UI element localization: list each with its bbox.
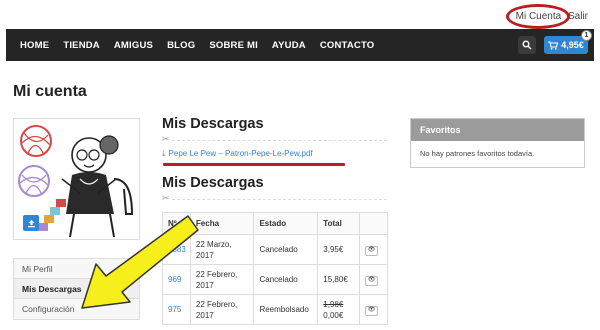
scissors-icon: ✂ bbox=[162, 193, 170, 203]
annotation-arrow bbox=[81, 215, 199, 309]
order-total: 3,95€ bbox=[317, 234, 361, 265]
favorites-empty-text: No hay patrones favoritos todavía. bbox=[420, 149, 535, 158]
order-view-cell: 👁 bbox=[359, 234, 388, 265]
logout-link[interactable]: Salir bbox=[568, 11, 588, 22]
nav-contacto[interactable]: CONTACTO bbox=[320, 40, 375, 51]
page-title: Mi cuenta bbox=[13, 83, 87, 100]
nav-amigus[interactable]: AMIGUS bbox=[114, 40, 153, 51]
main-navbar: HOME TIENDA AMIGUS BLOG SOBRE MI AYUDA C… bbox=[6, 29, 594, 61]
cart-button[interactable]: 4,95€ 1 bbox=[544, 30, 592, 54]
downloads-heading: Mis Descargas bbox=[162, 116, 264, 132]
nav-home[interactable]: HOME bbox=[20, 40, 49, 51]
nav-sobre-mi[interactable]: SOBRE MI bbox=[209, 40, 258, 51]
order-total: 15,80€ bbox=[317, 264, 361, 295]
nav-ayuda[interactable]: AYUDA bbox=[272, 40, 306, 51]
eye-icon: 👁 bbox=[367, 307, 376, 314]
order-status: Cancelado bbox=[253, 234, 319, 265]
view-order-button[interactable]: 👁 bbox=[365, 275, 379, 286]
cart-icon bbox=[548, 40, 559, 50]
orders-heading: Mis Descargas bbox=[162, 175, 264, 191]
nav-blog[interactable]: BLOG bbox=[167, 40, 195, 51]
favorites-heading: Favoritos bbox=[411, 119, 584, 141]
view-order-button[interactable]: 👁 bbox=[365, 305, 379, 316]
favorites-panel: Favoritos No hay patrones favoritos toda… bbox=[410, 118, 585, 168]
download-file-link[interactable]: ⤓ Pepe Le Pew – Patron-Pepe-Le-Pew.pdf bbox=[162, 149, 313, 159]
nav-tienda[interactable]: TIENDA bbox=[63, 40, 100, 51]
view-order-button[interactable]: 👁 bbox=[365, 245, 379, 256]
column-header: Estado bbox=[253, 212, 319, 235]
dashed-divider bbox=[172, 199, 387, 200]
order-date-line1: 22 Marzo, bbox=[195, 239, 232, 249]
order-status: Reembolsado bbox=[253, 294, 319, 325]
order-view-cell: 👁 bbox=[359, 294, 388, 325]
column-header: Total bbox=[317, 212, 361, 235]
dashed-divider bbox=[172, 140, 387, 141]
column-header bbox=[359, 212, 388, 235]
avatar-upload-button[interactable] bbox=[23, 215, 39, 231]
upload-icon bbox=[27, 219, 35, 227]
cart-total: 4,95€ bbox=[561, 40, 584, 50]
download-file-name: Pepe Le Pew – Patron-Pepe-Le-Pew.pdf bbox=[168, 149, 313, 158]
order-total-old: 1,98€ bbox=[323, 299, 344, 309]
download-icon: ⤓ bbox=[162, 149, 166, 158]
order-status: Cancelado bbox=[253, 264, 319, 295]
scissors-icon: ✂ bbox=[162, 134, 170, 144]
order-date-line1: 22 Febrero, bbox=[195, 269, 238, 279]
order-total-new: 0,00€ bbox=[323, 310, 344, 320]
order-total: 1,98€ 0,00€ bbox=[317, 294, 361, 325]
search-icon bbox=[522, 40, 532, 50]
order-view-cell: 👁 bbox=[359, 264, 388, 295]
cart-count-badge: 1 bbox=[581, 30, 592, 41]
annotation-ellipse bbox=[506, 4, 570, 29]
search-button[interactable] bbox=[518, 36, 536, 54]
eye-icon: 👁 bbox=[367, 277, 376, 284]
order-date-line1: 22 Febrero, bbox=[195, 299, 238, 309]
eye-icon: 👁 bbox=[367, 247, 376, 254]
annotation-underline bbox=[163, 163, 345, 166]
